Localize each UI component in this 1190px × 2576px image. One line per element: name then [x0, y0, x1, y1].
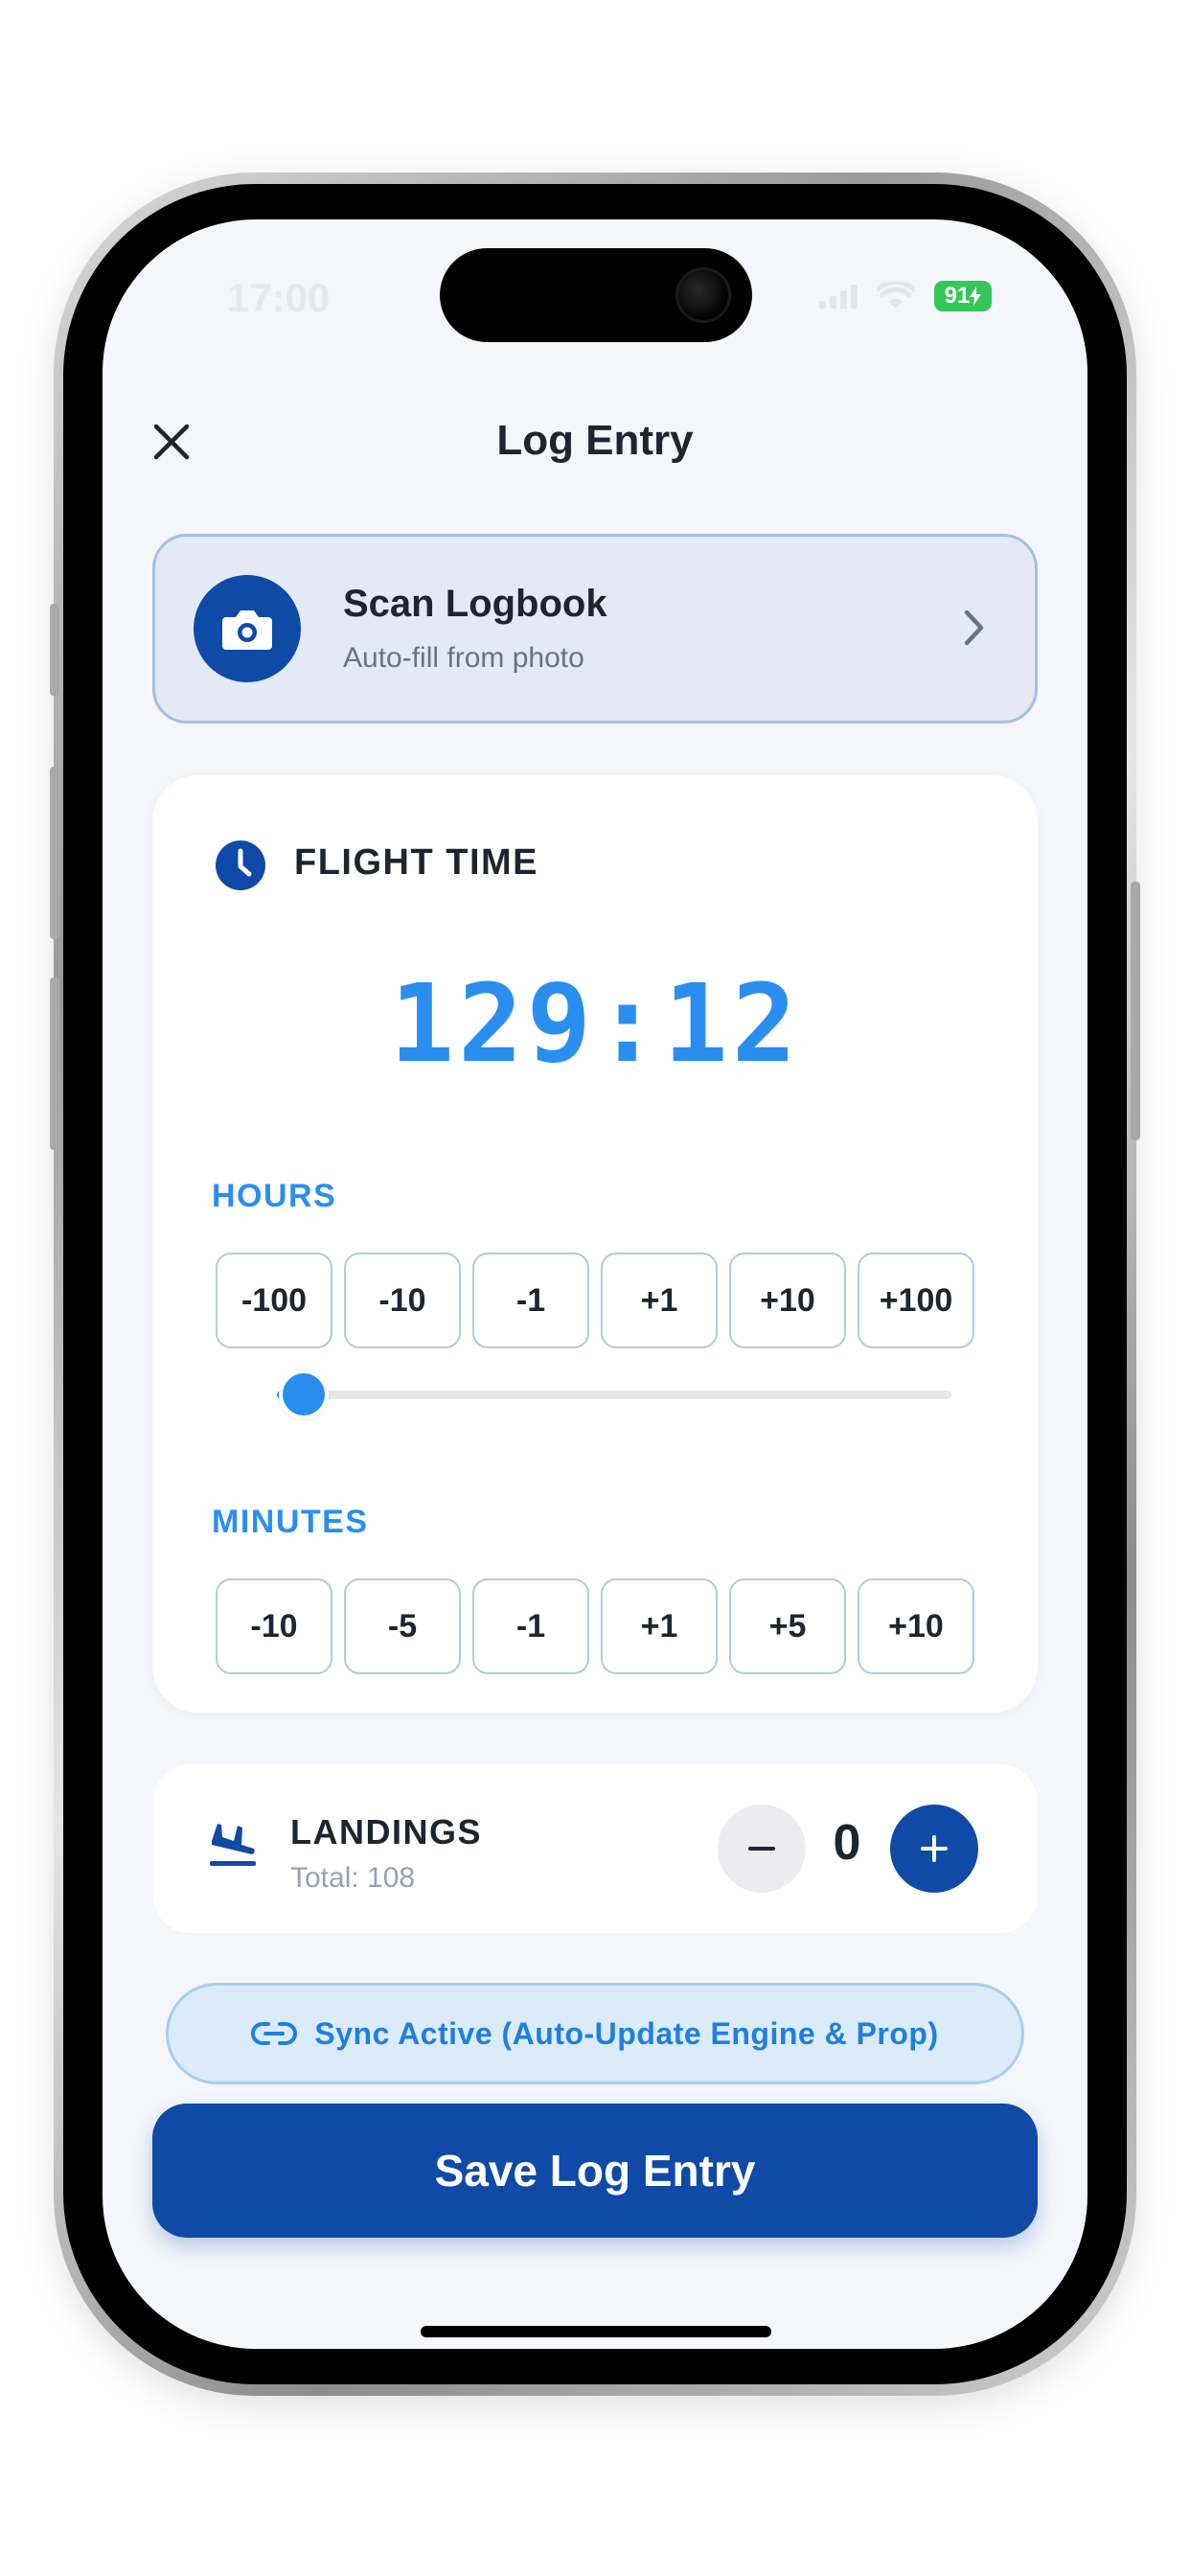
plus-icon	[921, 1835, 948, 1862]
hours-plus-1-button[interactable]: +1	[601, 1253, 718, 1348]
scan-icon-badge	[194, 575, 301, 682]
signal-icon	[819, 284, 858, 309]
hours-plus-10-button[interactable]: +10	[729, 1253, 846, 1348]
save-log-entry-button[interactable]: Save Log Entry	[152, 2104, 1038, 2238]
phone-side-button	[1131, 882, 1140, 1140]
sync-status-toggle[interactable]: Sync Active (Auto-Update Engine & Prop)	[166, 1983, 1024, 2084]
charging-bolt-icon	[970, 287, 982, 306]
airplane-landing-icon	[210, 1824, 256, 1866]
landings-total: Total: 108	[290, 1862, 416, 1894]
phone-side-button	[50, 978, 59, 1150]
landings-card: LANDINGS Total: 108 0	[152, 1764, 1038, 1933]
minutes-button-row: -10 -5 -1 +1 +5 +10	[216, 1578, 974, 1674]
home-indicator	[421, 2326, 771, 2337]
minutes-plus-10-button[interactable]: +10	[858, 1578, 974, 1674]
scan-logbook-title: Scan Logbook	[343, 583, 607, 625]
battery-level: 91	[944, 283, 971, 309]
status-indicators: 91	[819, 281, 992, 311]
landings-increment-button[interactable]	[890, 1805, 978, 1893]
minutes-label: MINUTES	[212, 1504, 369, 1540]
flight-time-card: FLIGHT TIME 129:12 HOURS -100 -10 -1 +1 …	[152, 775, 1038, 1713]
front-camera	[675, 267, 731, 323]
phone-side-button	[50, 604, 59, 696]
flight-time-title: FLIGHT TIME	[294, 842, 539, 883]
hours-minus-10-button[interactable]: -10	[344, 1253, 461, 1348]
phone-side-button	[50, 767, 59, 939]
camera-icon	[222, 610, 272, 650]
battery-indicator: 91	[934, 281, 992, 311]
minutes-minus-1-button[interactable]: -1	[472, 1578, 589, 1674]
minutes-minus-10-button[interactable]: -10	[216, 1578, 332, 1674]
hours-minus-1-button[interactable]: -1	[472, 1253, 589, 1348]
hours-slider-thumb[interactable]	[279, 1369, 329, 1419]
flight-time-value: 129:12	[389, 962, 801, 1087]
landings-count: 0	[833, 1815, 861, 1871]
hours-slider[interactable]	[277, 1369, 951, 1419]
minutes-minus-5-button[interactable]: -5	[344, 1578, 461, 1674]
sync-status-label: Sync Active (Auto-Update Engine & Prop)	[314, 2015, 939, 2051]
status-time: 17:00	[227, 275, 331, 320]
hours-minus-100-button[interactable]: -100	[216, 1253, 332, 1348]
scan-logbook-subtitle: Auto-fill from photo	[343, 642, 584, 674]
link-icon	[251, 2022, 298, 2045]
clock-icon	[216, 840, 265, 890]
landings-decrement-button[interactable]	[718, 1805, 806, 1893]
minutes-plus-5-button[interactable]: +5	[729, 1578, 846, 1674]
scan-logbook-button[interactable]: Scan Logbook Auto-fill from photo	[152, 534, 1038, 724]
minutes-plus-1-button[interactable]: +1	[601, 1578, 718, 1674]
minus-icon	[748, 1847, 775, 1851]
hours-plus-100-button[interactable]: +100	[858, 1253, 974, 1348]
hours-button-row: -100 -10 -1 +1 +10 +100	[216, 1253, 974, 1348]
landings-title: LANDINGS	[290, 1812, 482, 1852]
app-screen: 17:00 91 Log Entry Scan Logbook Auto-fil…	[103, 219, 1087, 2349]
page-title: Log Entry	[496, 417, 694, 464]
wifi-icon	[877, 282, 915, 309]
dynamic-island	[440, 248, 752, 342]
hours-label: HOURS	[212, 1178, 337, 1214]
chevron-right-icon	[964, 610, 984, 646]
